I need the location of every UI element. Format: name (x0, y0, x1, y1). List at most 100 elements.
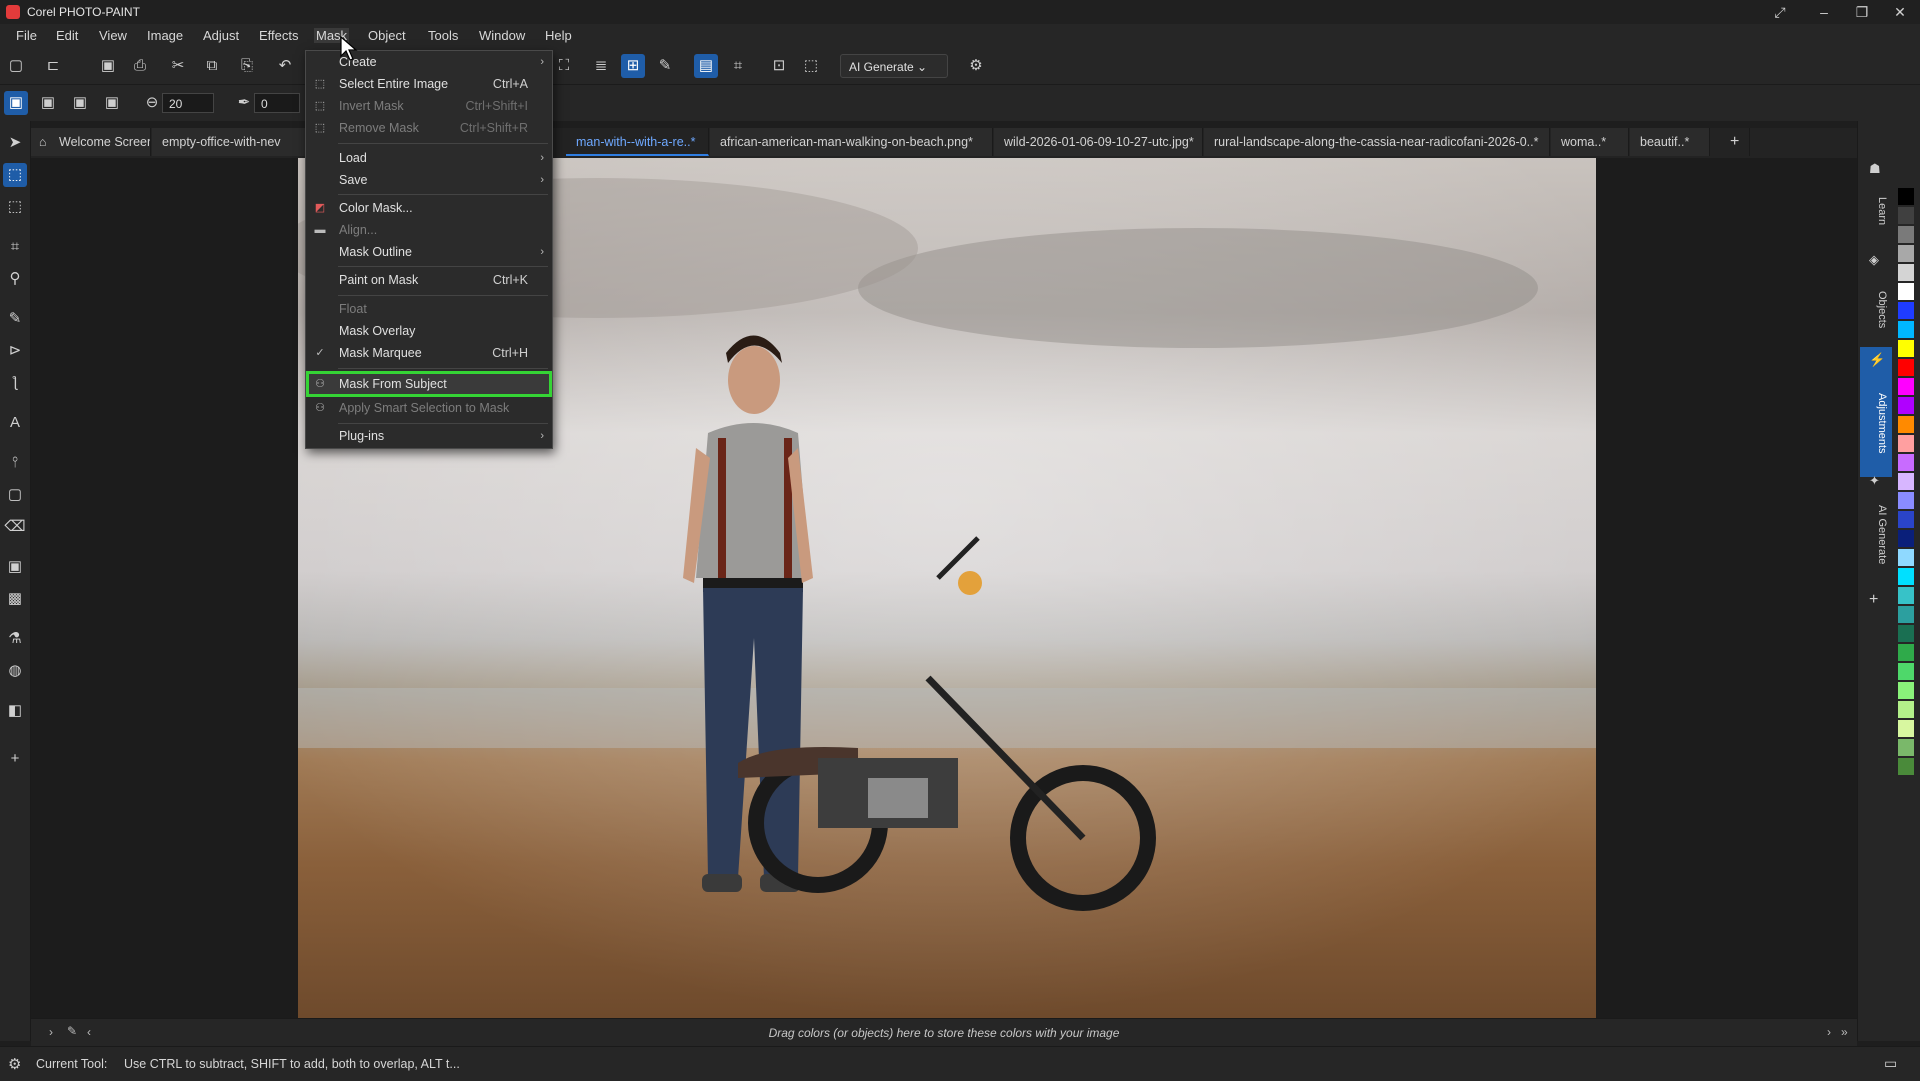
menu-help[interactable]: Help (543, 28, 574, 43)
color-swap-icon[interactable]: ◧ (3, 699, 27, 723)
docker-tab-adjustments[interactable]: Adjustments (1864, 373, 1888, 473)
print-icon[interactable]: ⎙ (128, 54, 152, 78)
color-swatch[interactable] (1898, 568, 1914, 585)
paint-tool-icon[interactable]: ⫯ (3, 451, 27, 475)
menu-effects[interactable]: Effects (257, 28, 301, 43)
add-tool-icon[interactable]: + (3, 747, 27, 771)
color-swatch[interactable] (1898, 283, 1914, 300)
paste-icon[interactable]: ⎘ (235, 54, 259, 78)
eraser-tool-icon[interactable]: ⌫ (3, 515, 27, 539)
color-swatch[interactable] (1898, 720, 1914, 737)
palette-scroll-left-icon[interactable]: ‹ (87, 1025, 91, 1039)
menu-item-paint-on-mask[interactable]: Paint on Mask Ctrl+K (306, 269, 552, 291)
crop-tool-icon[interactable]: ⌗ (3, 235, 27, 259)
color-swatch[interactable] (1898, 492, 1914, 509)
palette-more-icon[interactable]: » (1841, 1025, 1848, 1039)
rectangle-mask-tool-icon[interactable]: ⬚ (3, 195, 27, 219)
status-settings-gear-icon[interactable]: ⚙ (8, 1055, 21, 1073)
new-document-icon[interactable]: ▢ (4, 54, 28, 78)
tab-document[interactable]: wild-2026-01-06-09-10-27-utc.jpg* (994, 128, 1203, 156)
color-swatch[interactable] (1898, 416, 1914, 433)
save-icon[interactable]: ▣ (96, 54, 120, 78)
color-swatch[interactable] (1898, 587, 1914, 604)
color-swatch[interactable] (1898, 663, 1914, 680)
mask-xor-icon[interactable]: ▣ (100, 91, 124, 115)
tab-document[interactable]: beautif..* (1630, 128, 1710, 156)
menu-edit[interactable]: Edit (54, 28, 80, 43)
menu-tools[interactable]: Tools (426, 28, 460, 43)
close-window-button[interactable]: ✕ (1878, 0, 1920, 24)
tab-welcome-screen[interactable]: ⌂ Welcome Screen (31, 128, 151, 156)
color-swatch[interactable] (1898, 625, 1914, 642)
snap-icon[interactable]: ⬚ (799, 54, 823, 78)
add-tab-button[interactable]: + (1720, 128, 1750, 156)
palette-scroll-right-icon[interactable]: › (1827, 1025, 1831, 1039)
menu-item-mask-from-subject[interactable]: ⚇ Mask From Subject (306, 371, 552, 397)
color-swatch[interactable] (1898, 473, 1914, 490)
shape-tool-icon[interactable]: ▢ (3, 483, 27, 507)
zoom-tool-icon[interactable]: ⚲ (3, 267, 27, 291)
red-eye-tool-icon[interactable]: ⊳ (3, 339, 27, 363)
docker-tab-learn[interactable]: Learn (1864, 181, 1888, 241)
fill-tool-icon[interactable]: ▣ (3, 555, 27, 579)
color-swatch[interactable] (1898, 359, 1914, 376)
menu-item-mask-outline[interactable]: Mask Outline › (306, 241, 552, 263)
menu-item-save[interactable]: Save › (306, 169, 552, 191)
bucket-icon[interactable]: ◍ (3, 659, 27, 683)
open-icon[interactable]: ⊏ (41, 54, 65, 78)
mask-additive-icon[interactable]: ▣ (36, 91, 60, 115)
copy-icon[interactable]: ⧉ (200, 54, 224, 78)
mask-subtractive-icon[interactable]: ▣ (68, 91, 92, 115)
bounding-box-icon[interactable]: ⌗ (726, 54, 750, 78)
color-swatch[interactable] (1898, 340, 1914, 357)
palette-eyedropper-icon[interactable]: ✎ (67, 1024, 77, 1038)
menu-item-select-entire-image[interactable]: ⬚ Select Entire Image Ctrl+A (306, 73, 552, 95)
docker-tab-objects[interactable]: Objects (1864, 273, 1888, 347)
tab-document[interactable]: rural-landscape-along-the-cassia-near-ra… (1204, 128, 1550, 156)
menu-view[interactable]: View (97, 28, 129, 43)
status-view-icon[interactable]: ▭ (1884, 1055, 1897, 1072)
color-swatch[interactable] (1898, 739, 1914, 756)
feather-width-input[interactable]: 20 (162, 93, 214, 113)
touch-up-tool-icon[interactable]: ƪ (3, 371, 27, 395)
ai-generate-button[interactable]: AI Generate ⌄ (840, 54, 948, 78)
transparency-tool-icon[interactable]: ▩ (3, 587, 27, 611)
color-swatch[interactable] (1898, 758, 1914, 775)
menu-item-load[interactable]: Load › (306, 147, 552, 169)
color-picker-icon[interactable]: ⚗ (3, 627, 27, 651)
mask-visible-icon[interactable]: ⊞ (621, 54, 645, 78)
menu-object[interactable]: Object (366, 28, 408, 43)
color-swatch[interactable] (1898, 321, 1914, 338)
tab-document[interactable]: african-american-man-walking-on-beach.pn… (710, 128, 993, 156)
color-swatch[interactable] (1898, 530, 1914, 547)
color-swatch[interactable] (1898, 701, 1914, 718)
settings-gear-icon[interactable]: ⚙ (964, 54, 988, 78)
color-swatch[interactable] (1898, 435, 1914, 452)
color-swatch[interactable] (1898, 264, 1914, 281)
text-tool-icon[interactable]: A (3, 411, 27, 435)
docker-tab-ai-generate[interactable]: AI Generate (1864, 495, 1888, 575)
grid-icon[interactable]: ⊡ (767, 54, 791, 78)
color-swatch[interactable] (1898, 606, 1914, 623)
color-swatch[interactable] (1898, 378, 1914, 395)
color-swatch[interactable] (1898, 454, 1914, 471)
eyedropper-tool-icon[interactable]: ✎ (3, 307, 27, 331)
pick-tool-icon[interactable]: ➤ (3, 131, 27, 155)
tab-document[interactable]: empty-office-with-nev (152, 128, 322, 156)
menu-image[interactable]: Image (145, 28, 185, 43)
color-swatch[interactable] (1898, 207, 1914, 224)
mask-transform-tool-icon[interactable]: ⬚ (3, 163, 27, 187)
fullscreen-icon[interactable]: ⛶ (552, 54, 576, 78)
color-swatch[interactable] (1898, 682, 1914, 699)
tab-document[interactable]: woma..* (1551, 128, 1629, 156)
color-swatch[interactable] (1898, 188, 1914, 205)
palette-expand-icon[interactable]: › (49, 1025, 53, 1039)
color-swatch[interactable] (1898, 226, 1914, 243)
color-swatch[interactable] (1898, 644, 1914, 661)
menu-item-color-mask[interactable]: ◩ Color Mask... (306, 197, 552, 219)
menu-item-mask-overlay[interactable]: Mask Overlay (306, 320, 552, 342)
color-swatch[interactable] (1898, 302, 1914, 319)
menu-item-plug-ins[interactable]: Plug-ins › (306, 425, 552, 447)
object-marquee-icon[interactable]: ▤ (694, 54, 718, 78)
menu-file[interactable]: File (14, 28, 39, 43)
